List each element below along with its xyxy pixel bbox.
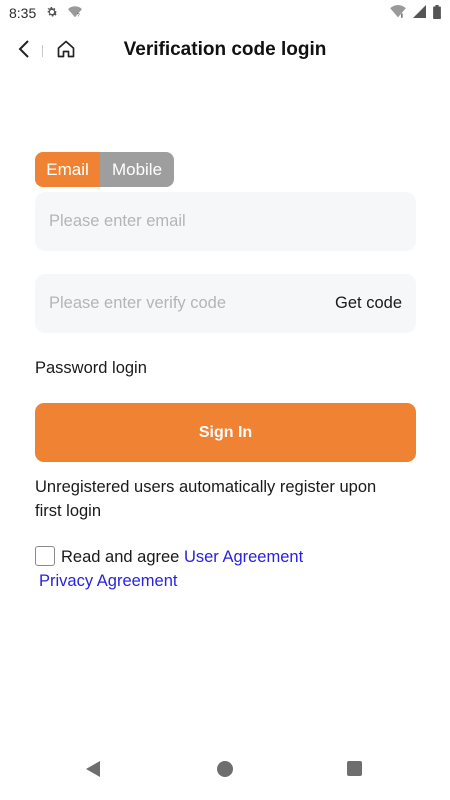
email-field [35,192,416,251]
gear-icon [45,5,59,22]
email-input[interactable] [49,212,402,231]
login-method-tabs: Email Mobile [35,152,174,187]
page-title: Verification code login [123,39,327,60]
battery-icon [433,4,441,22]
cellular-icon [413,5,426,21]
agreement-checkbox[interactable] [35,546,55,566]
tab-email[interactable]: Email [35,152,100,187]
header: Verification code login [0,26,450,76]
status-time: 8:35 [9,5,37,21]
verify-code-input[interactable] [49,294,336,313]
status-right [390,4,441,22]
verify-code-field: Get code [35,274,416,333]
wifi-icon [390,5,406,21]
wifi-question-icon: ? [68,5,83,21]
tab-mobile[interactable]: Mobile [100,152,174,187]
screen: 8:35 ? Verification code login Email Mob… [0,0,450,800]
password-login-link[interactable]: Password login [35,359,147,378]
status-left: 8:35 ? [9,5,83,22]
user-agreement-link[interactable]: User Agreement [184,548,303,566]
agreement-text: Read and agree User Agreement [61,545,303,569]
nav-recent-apps-icon[interactable] [347,761,362,776]
svg-text:?: ? [77,13,80,18]
get-code-button[interactable]: Get code [335,294,402,313]
nav-back-icon[interactable] [84,760,102,783]
nav-home-icon[interactable] [217,761,233,777]
system-nav-bar [0,744,450,800]
register-notice: Unregistered users automatically registe… [35,478,377,520]
agreement-prefix: Read and agree [61,548,184,566]
privacy-agreement-link[interactable]: Privacy Agreement [39,569,177,593]
status-bar: 8:35 ? [0,0,450,26]
sign-in-button[interactable]: Sign In [35,403,416,462]
